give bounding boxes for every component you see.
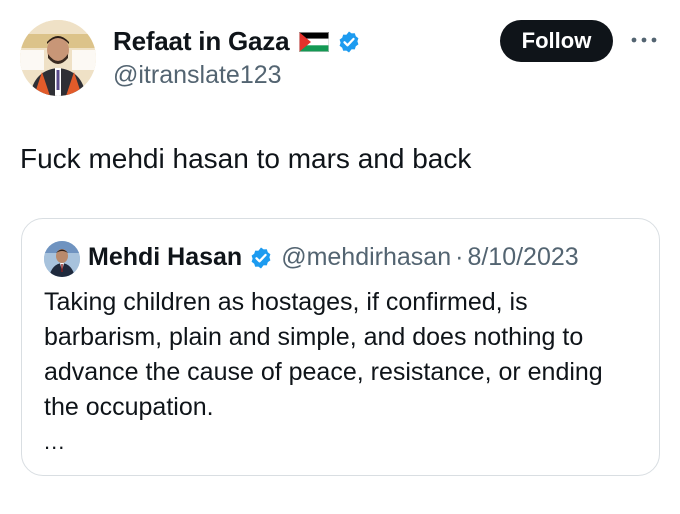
quoted-text-line: Taking children as hostages, if confirme… <box>44 288 528 316</box>
quoted-tweet-text: Taking children as hostages, if confirme… <box>44 285 644 425</box>
separator-dot: · <box>455 243 464 271</box>
quoted-text-line: advance the cause of peace, resistance, … <box>44 358 603 386</box>
tweet-text: Fuck mehdi hasan to mars and back <box>20 143 472 174</box>
verified-badge-icon <box>251 247 271 268</box>
quoted-author-avatar[interactable] <box>44 241 80 277</box>
truncation-ellipsis: ... <box>44 429 66 454</box>
quoted-tweet-card[interactable]: Mehdi Hasan @mehdirhasan · 8/10/2023 Tak… <box>21 218 660 476</box>
quoted-display-name[interactable]: Mehdi Hasan <box>88 243 242 272</box>
quoted-text-line: barbarism, plain and simple, and does no… <box>44 323 584 351</box>
quoted-header: Mehdi Hasan @mehdirhasan · 8/10/2023 <box>88 243 579 272</box>
avatar-image <box>20 20 96 96</box>
verified-badge-icon <box>339 31 359 52</box>
author-name-row: Refaat in Gaza <box>113 26 361 57</box>
quoted-text-line: the occupation. <box>44 393 214 421</box>
author-display-name[interactable]: Refaat in Gaza <box>113 26 290 57</box>
author-avatar[interactable] <box>20 20 96 96</box>
quoted-handle[interactable]: @mehdirhasan <box>281 243 451 272</box>
avatar-image <box>44 241 80 277</box>
palestine-flag-icon <box>299 31 330 52</box>
author-handle[interactable]: @itranslate123 <box>113 61 282 90</box>
follow-button[interactable]: Follow <box>500 20 613 62</box>
more-options-icon[interactable] <box>628 30 660 50</box>
quoted-date[interactable]: 8/10/2023 <box>467 243 578 272</box>
